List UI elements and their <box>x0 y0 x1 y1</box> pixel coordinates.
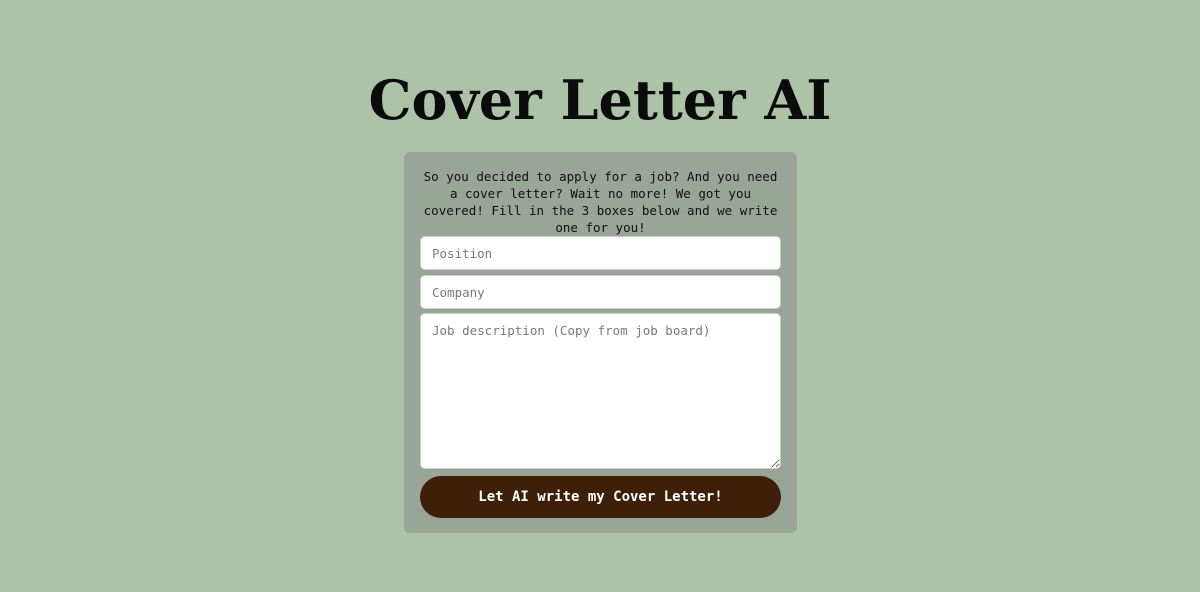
page-title: Cover Letter AI <box>368 68 832 132</box>
generate-cover-letter-button[interactable]: Let AI write my Cover Letter! <box>420 476 781 518</box>
form-intro-text: So you decided to apply for a job? And y… <box>423 169 778 235</box>
position-input[interactable] <box>420 236 781 270</box>
job-description-textarea[interactable] <box>420 313 781 469</box>
cover-letter-form-card: So you decided to apply for a job? And y… <box>404 152 797 533</box>
company-input[interactable] <box>420 275 781 309</box>
